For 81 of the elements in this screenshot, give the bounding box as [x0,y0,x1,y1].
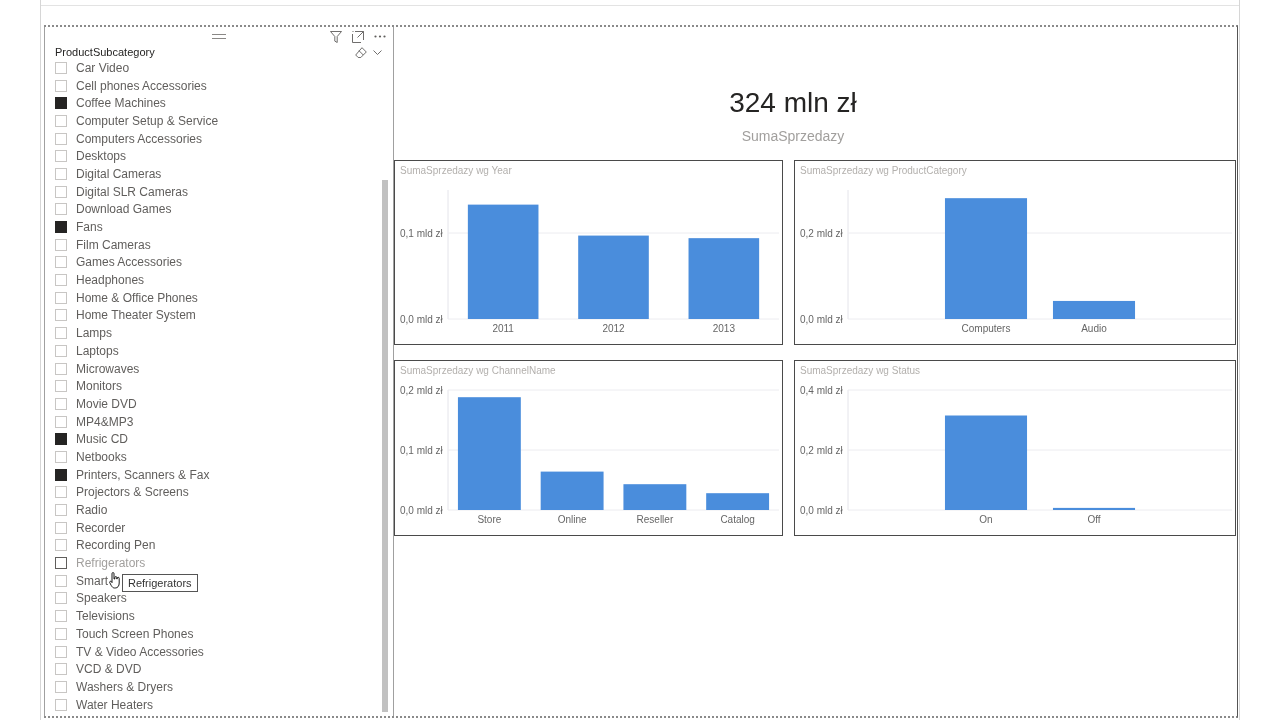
category-label: 2013 [712,323,735,334]
drag-handle-icon[interactable] [212,34,226,39]
axis-tick-label: 0,0 mld zł [400,504,443,516]
kpi-label: SumaSprzedazy [741,127,845,145]
kpi-value: 324 mln zł [729,87,857,119]
checkbox[interactable] [55,557,67,570]
slicer-item[interactable]: VCD & DVD [55,660,142,679]
checkbox[interactable] [55,468,67,481]
slicer-item[interactable]: Desktops [55,147,127,166]
slicer-item[interactable]: Recording Pen [55,536,156,555]
axis-tick-label: 0,0 mld zł [800,313,843,325]
checkbox[interactable] [55,221,67,234]
slicer-item[interactable]: Games Accessories [55,253,183,272]
axis-tick-label: 0,0 mld zł [400,313,443,325]
category-label: Computers [961,323,1011,334]
slicer-item[interactable]: Movie DVD [55,395,137,413]
axis-tick-label: 0,2 mld zł [800,227,843,239]
slicer-item[interactable]: Car Video [55,59,130,77]
slicer-item[interactable]: Home Theater System [55,306,196,325]
slicer-item[interactable]: Smart [55,571,108,590]
checkbox[interactable] [55,433,67,446]
chart-title: SumaSprzedazy wg Year [399,164,513,178]
bar [540,471,604,510]
category-label: Reseller [636,514,674,525]
slicer-item[interactable]: Computers Accessories [55,129,203,148]
chart-title: SumaSprzedazy wg ProductCategory [799,164,968,178]
slicer-item[interactable]: Televisions [55,607,135,625]
slicer-item[interactable]: Home & Office Phones [55,288,198,307]
slicer-item[interactable]: Water Heaters [55,695,153,714]
slicer-item[interactable]: Download Games [55,200,172,219]
category-label: 2011 [492,323,514,334]
slicer-item[interactable]: Music CD [55,430,128,449]
category-label: On [979,514,993,525]
category-label: Catalog [720,514,755,525]
slicer-item[interactable]: Film Cameras [55,235,151,254]
more-options-icon[interactable] [374,35,386,38]
tooltip: Refrigerators [122,574,198,592]
slicer-item[interactable]: Washers & Dryers [55,678,173,696]
slicer-item[interactable]: Computer Setup & Service [55,112,219,130]
slicer-item[interactable]: Coffee Machines [55,94,166,113]
slicer-item[interactable]: Radio [55,501,108,519]
slicer-item[interactable]: Digital Cameras [55,165,162,183]
slicer-item[interactable]: Cell phones Accessories [55,76,207,95]
chevron-down-icon[interactable] [373,50,382,55]
slicer-item[interactable]: Digital SLR Cameras [55,182,189,201]
checkbox[interactable] [55,97,67,110]
slicer-item[interactable]: Headphones [55,271,145,289]
category-label: 2012 [602,323,625,334]
slicer-item[interactable]: Printers, Scanners & Fax [55,465,210,484]
category-label: Online [557,514,587,525]
hand-cursor-icon [109,572,121,589]
axis-tick-label: 0,0 mld zł [800,504,843,516]
slicer-item[interactable]: Lamps [55,324,113,342]
chart-title: SumaSprzedazy wg Status [799,364,922,378]
slicer-item[interactable]: MP4&MP3 [55,412,134,431]
slicer-item[interactable]: Microwaves [55,359,140,378]
slicer-item[interactable]: TV & Video Accessories [55,642,204,661]
filter-icon[interactable] [330,30,342,43]
axis-tick-label: 0,2 mld zł [400,384,443,396]
slicer-title: ProductSubcategory [55,46,156,59]
axis-tick-label: 0,4 mld zł [800,384,843,396]
axis-tick-label: 0,1 mld zł [400,444,443,456]
category-label: Audio [1081,323,1107,334]
slicer-item[interactable]: Projectors & Screens [55,483,189,502]
slicer-item[interactable]: Monitors [55,377,122,396]
chart-title: SumaSprzedazy wg ChannelName [399,364,557,378]
focus-mode-icon[interactable] [352,30,364,43]
bar [623,484,687,510]
slicer-item[interactable]: Speakers [55,589,127,608]
eraser-icon[interactable] [355,47,367,58]
category-label: Store [477,514,502,525]
category-label: Off [1087,514,1101,525]
axis-tick-label: 0,2 mld zł [800,444,843,456]
bar [706,493,770,510]
slicer-item[interactable]: Netbooks [55,448,127,466]
slicer-item[interactable]: Laptops [55,342,119,360]
slicer-item[interactable]: Recorder [55,518,126,537]
slicer-item[interactable]: Touch Screen Phones [55,625,194,643]
slicer-item[interactable]: Fans [55,218,103,236]
axis-tick-label: 0,1 mld zł [400,227,443,239]
scrollbar-thumb[interactable] [382,180,388,712]
